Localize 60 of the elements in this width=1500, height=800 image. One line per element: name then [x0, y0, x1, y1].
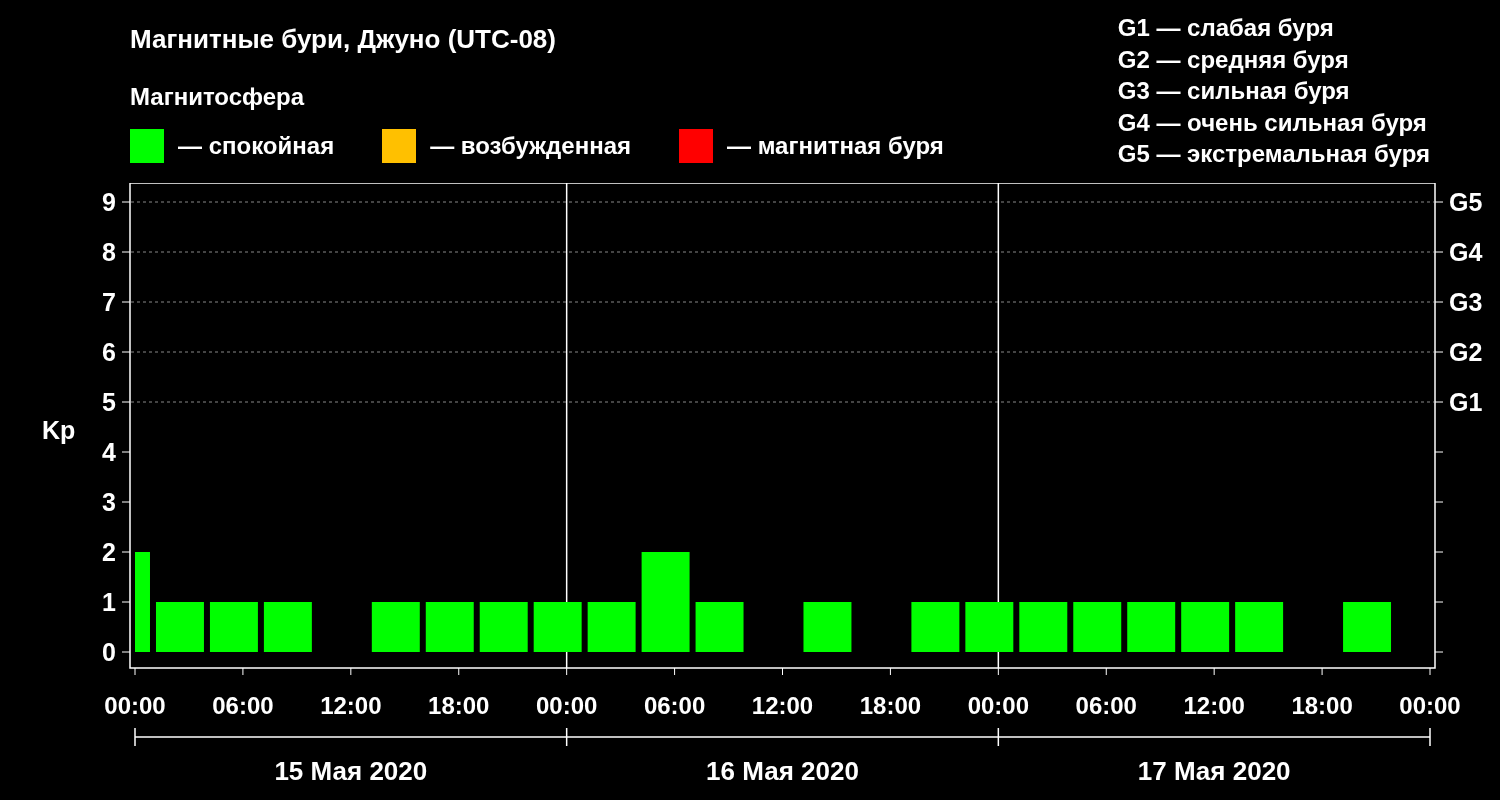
kp-bar [1127, 602, 1176, 652]
chart-title: Магнитные бури, Джуно (UTC-08) [130, 23, 557, 56]
scale-label: G2 — средняя буря [1117, 44, 1350, 75]
scale-label: G5 — экстремальная буря [1117, 139, 1430, 169]
y-tick-label: 1 [102, 588, 116, 616]
kp-bar [587, 602, 636, 652]
y-tick-label: 5 [102, 388, 116, 416]
kp-bar [479, 602, 528, 652]
kp-bar [1019, 602, 1068, 652]
kp-bar [156, 602, 204, 652]
storm-level-label: G1 [1449, 388, 1483, 416]
kp-bar [425, 602, 474, 652]
kp-bar [371, 602, 420, 652]
legend-label: — спокойная [178, 132, 335, 160]
x-tick-label: 06:00 [212, 692, 274, 719]
y-tick-label: 6 [102, 338, 116, 366]
y-tick-label: 2 [102, 538, 116, 566]
y-tick-label: 7 [102, 288, 116, 316]
storm-level-label: G4 [1449, 238, 1483, 266]
legend-label: — возбужденная [430, 132, 631, 160]
kp-bar [263, 602, 312, 652]
x-tick-label: 06:00 [1075, 692, 1137, 719]
kp-bar [1235, 602, 1284, 652]
y-tick-label: 9 [102, 188, 116, 216]
kp-bar [695, 602, 744, 652]
scale-label: G3 — сильная буря [1117, 76, 1351, 106]
legend-title: Магнитосфера [130, 82, 306, 112]
x-tick-label: 00:00 [535, 692, 598, 719]
kp-bar [1343, 602, 1392, 652]
x-tick-label: 18:00 [1291, 692, 1353, 719]
scale-label: G1 — слабая буря [1117, 13, 1335, 43]
kp-bar [1073, 602, 1122, 652]
scale-label: G4 — очень сильная буря [1117, 107, 1428, 138]
x-tick-label: 18:00 [859, 692, 922, 719]
kp-bar [533, 602, 582, 652]
kp-bar [911, 602, 960, 652]
y-tick-label: 3 [102, 488, 116, 516]
y-tick-label: 0 [102, 638, 116, 666]
storm-level-label: G5 [1449, 188, 1483, 216]
kp-bar [209, 602, 258, 652]
storm-level-label: G3 [1449, 288, 1483, 316]
x-tick-label: 12:00 [320, 692, 382, 719]
y-tick-label: 4 [102, 438, 116, 466]
storm-level-label: G2 [1449, 338, 1483, 366]
y-tick-label: 8 [102, 238, 116, 266]
x-tick-label: 00:00 [1399, 692, 1461, 719]
x-tick-label: 00:00 [967, 692, 1030, 719]
x-tick-label: 12:00 [751, 692, 814, 719]
date-label: 17 Мая 2020 [1137, 756, 1291, 786]
date-label: 15 Мая 2020 [274, 756, 428, 786]
date-label: 16 Мая 2020 [706, 756, 859, 786]
x-tick-label: 12:00 [1183, 692, 1245, 719]
kp-bar [1181, 602, 1230, 652]
x-tick-label: 18:00 [428, 692, 490, 719]
legend-label: — магнитная буря [727, 132, 944, 160]
x-tick-label: 06:00 [643, 692, 706, 719]
x-tick-label: 00:00 [104, 692, 166, 719]
kp-bar [803, 602, 852, 652]
kp-bar [965, 602, 1014, 652]
y-axis-label: Kp [42, 416, 76, 444]
